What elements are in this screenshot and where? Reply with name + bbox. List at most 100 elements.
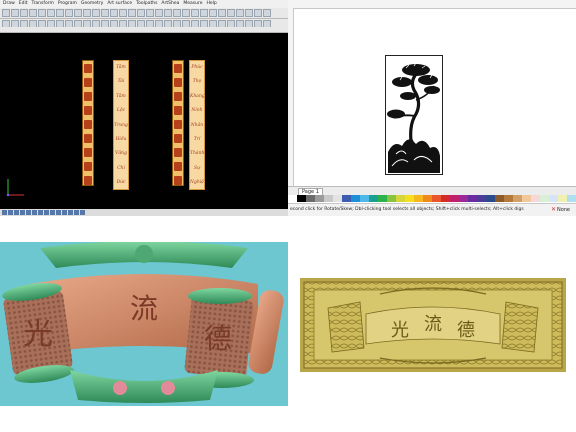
status-tool-button[interactable] (74, 210, 79, 215)
palette-swatch[interactable] (351, 195, 360, 202)
status-tool-button[interactable] (80, 210, 85, 215)
vn-column-right[interactable]: Phúc Thọ Khang Ninh Nhân Trí Thành Sự Nghiệp (189, 60, 205, 190)
gold-relief-image: 光 流 德 (300, 278, 566, 372)
toolbar-button[interactable] (11, 9, 19, 17)
toolbar-button[interactable] (263, 9, 271, 17)
palette-swatch[interactable] (423, 195, 432, 202)
menu-edit[interactable]: Edit (19, 0, 28, 8)
palette-swatch[interactable] (459, 195, 468, 202)
palette-swatch[interactable] (342, 195, 351, 202)
toolbar-button[interactable] (137, 9, 145, 17)
toolbar-button[interactable] (128, 9, 136, 17)
status-tool-button[interactable] (56, 210, 61, 215)
status-tool-button[interactable] (44, 210, 49, 215)
fill-indicator[interactable]: None (557, 207, 570, 213)
toolbar-button[interactable] (200, 9, 208, 17)
menu-art-surface[interactable]: Art surface (107, 0, 132, 8)
toolbar-button[interactable] (182, 9, 190, 17)
toolbar-button[interactable] (83, 9, 91, 17)
palette-swatch[interactable] (324, 195, 333, 202)
toolbar-button[interactable] (56, 9, 64, 17)
palette-swatch[interactable] (558, 195, 567, 202)
toolbar-button[interactable] (65, 9, 73, 17)
drawing-canvas[interactable] (294, 9, 576, 186)
design-viewport[interactable]: Tâm Tài Tâm Lộc Trung Hiếu Vững Chí Đức Phúc Thọ K… (0, 33, 288, 209)
palette-swatch[interactable] (441, 195, 450, 202)
palette-swatch[interactable] (504, 195, 513, 202)
palette-swatch[interactable] (468, 195, 477, 202)
toolbar-button[interactable] (47, 9, 55, 17)
toolbar-button[interactable] (254, 9, 262, 17)
palette-swatch[interactable] (513, 195, 522, 202)
toolbar-button[interactable] (146, 9, 154, 17)
toolbar-button[interactable] (110, 9, 118, 17)
palette-swatch[interactable] (315, 195, 324, 202)
toolbar-button[interactable] (38, 9, 46, 17)
menu-program[interactable]: Program (58, 0, 77, 8)
toolbar-button[interactable] (2, 9, 10, 17)
relief-scroll-image: 光 流 德 (2, 242, 284, 403)
han-column-right[interactable] (172, 60, 184, 186)
palette-swatch[interactable] (333, 195, 342, 202)
status-tool-button[interactable] (8, 210, 13, 215)
menu-help[interactable]: Help (206, 0, 216, 8)
toolbar-button[interactable] (227, 9, 235, 17)
toolbar-button[interactable] (191, 9, 199, 17)
toolbar-button[interactable] (218, 9, 226, 17)
toolbar-button[interactable] (29, 9, 37, 17)
palette-swatch[interactable] (567, 195, 576, 202)
vn-word: Tâm (116, 65, 126, 70)
toolbar-button[interactable] (236, 9, 244, 17)
palette-swatch[interactable] (549, 195, 558, 202)
palette-swatch[interactable] (396, 195, 405, 202)
palette-swatch[interactable] (297, 195, 306, 202)
menu-transform[interactable]: Transform (31, 0, 53, 8)
palette-swatch[interactable] (360, 195, 369, 202)
status-tool-button[interactable] (50, 210, 55, 215)
toolbar-button[interactable] (92, 9, 100, 17)
menu-geometry[interactable]: Geometry (81, 0, 103, 8)
status-tool-button[interactable] (68, 210, 73, 215)
palette-swatch[interactable] (540, 195, 549, 202)
toolbar-button[interactable] (173, 9, 181, 17)
palette-swatch[interactable] (531, 195, 540, 202)
palette-swatch[interactable] (477, 195, 486, 202)
toolbar-button[interactable] (101, 9, 109, 17)
status-tool-button[interactable] (2, 210, 7, 215)
menu-measure[interactable]: Measure (183, 0, 202, 8)
status-tool-button[interactable] (26, 210, 31, 215)
palette-swatch[interactable] (288, 195, 297, 202)
palette-swatch[interactable] (306, 195, 315, 202)
palette-swatch[interactable] (378, 195, 387, 202)
toolbar-button[interactable] (74, 9, 82, 17)
toolbar-button[interactable] (20, 9, 28, 17)
palette-swatch[interactable] (369, 195, 378, 202)
gold-char-2: 流 (424, 314, 442, 335)
toolbar-button[interactable] (119, 9, 127, 17)
status-tool-button[interactable] (38, 210, 43, 215)
toolbar-button[interactable] (209, 9, 217, 17)
status-tool-button[interactable] (14, 210, 19, 215)
toolbar-button[interactable] (245, 9, 253, 17)
han-column-left[interactable] (82, 60, 94, 186)
vn-column-left[interactable]: Tâm Tài Tâm Lộc Trung Hiếu Vững Chí Đức (113, 60, 129, 190)
palette-swatch[interactable] (495, 195, 504, 202)
status-tool-button[interactable] (32, 210, 37, 215)
status-bar (0, 209, 288, 216)
menu-artshea[interactable]: ArtShea (161, 0, 179, 8)
pine-tree-artwork[interactable] (385, 55, 443, 175)
palette-swatch[interactable] (522, 195, 531, 202)
palette-swatch[interactable] (486, 195, 495, 202)
status-tool-button[interactable] (62, 210, 67, 215)
menu-draw[interactable]: Draw (3, 0, 15, 8)
palette-swatch[interactable] (387, 195, 396, 202)
palette-swatch[interactable] (450, 195, 459, 202)
palette-swatch[interactable] (432, 195, 441, 202)
palette-swatch[interactable] (414, 195, 423, 202)
toolbar-button[interactable] (155, 9, 163, 17)
han-character-glyph (84, 92, 92, 101)
menu-toolpaths[interactable]: Toolpaths (136, 0, 157, 8)
toolbar-button[interactable] (164, 9, 172, 17)
palette-swatch[interactable] (405, 195, 414, 202)
status-tool-button[interactable] (20, 210, 25, 215)
